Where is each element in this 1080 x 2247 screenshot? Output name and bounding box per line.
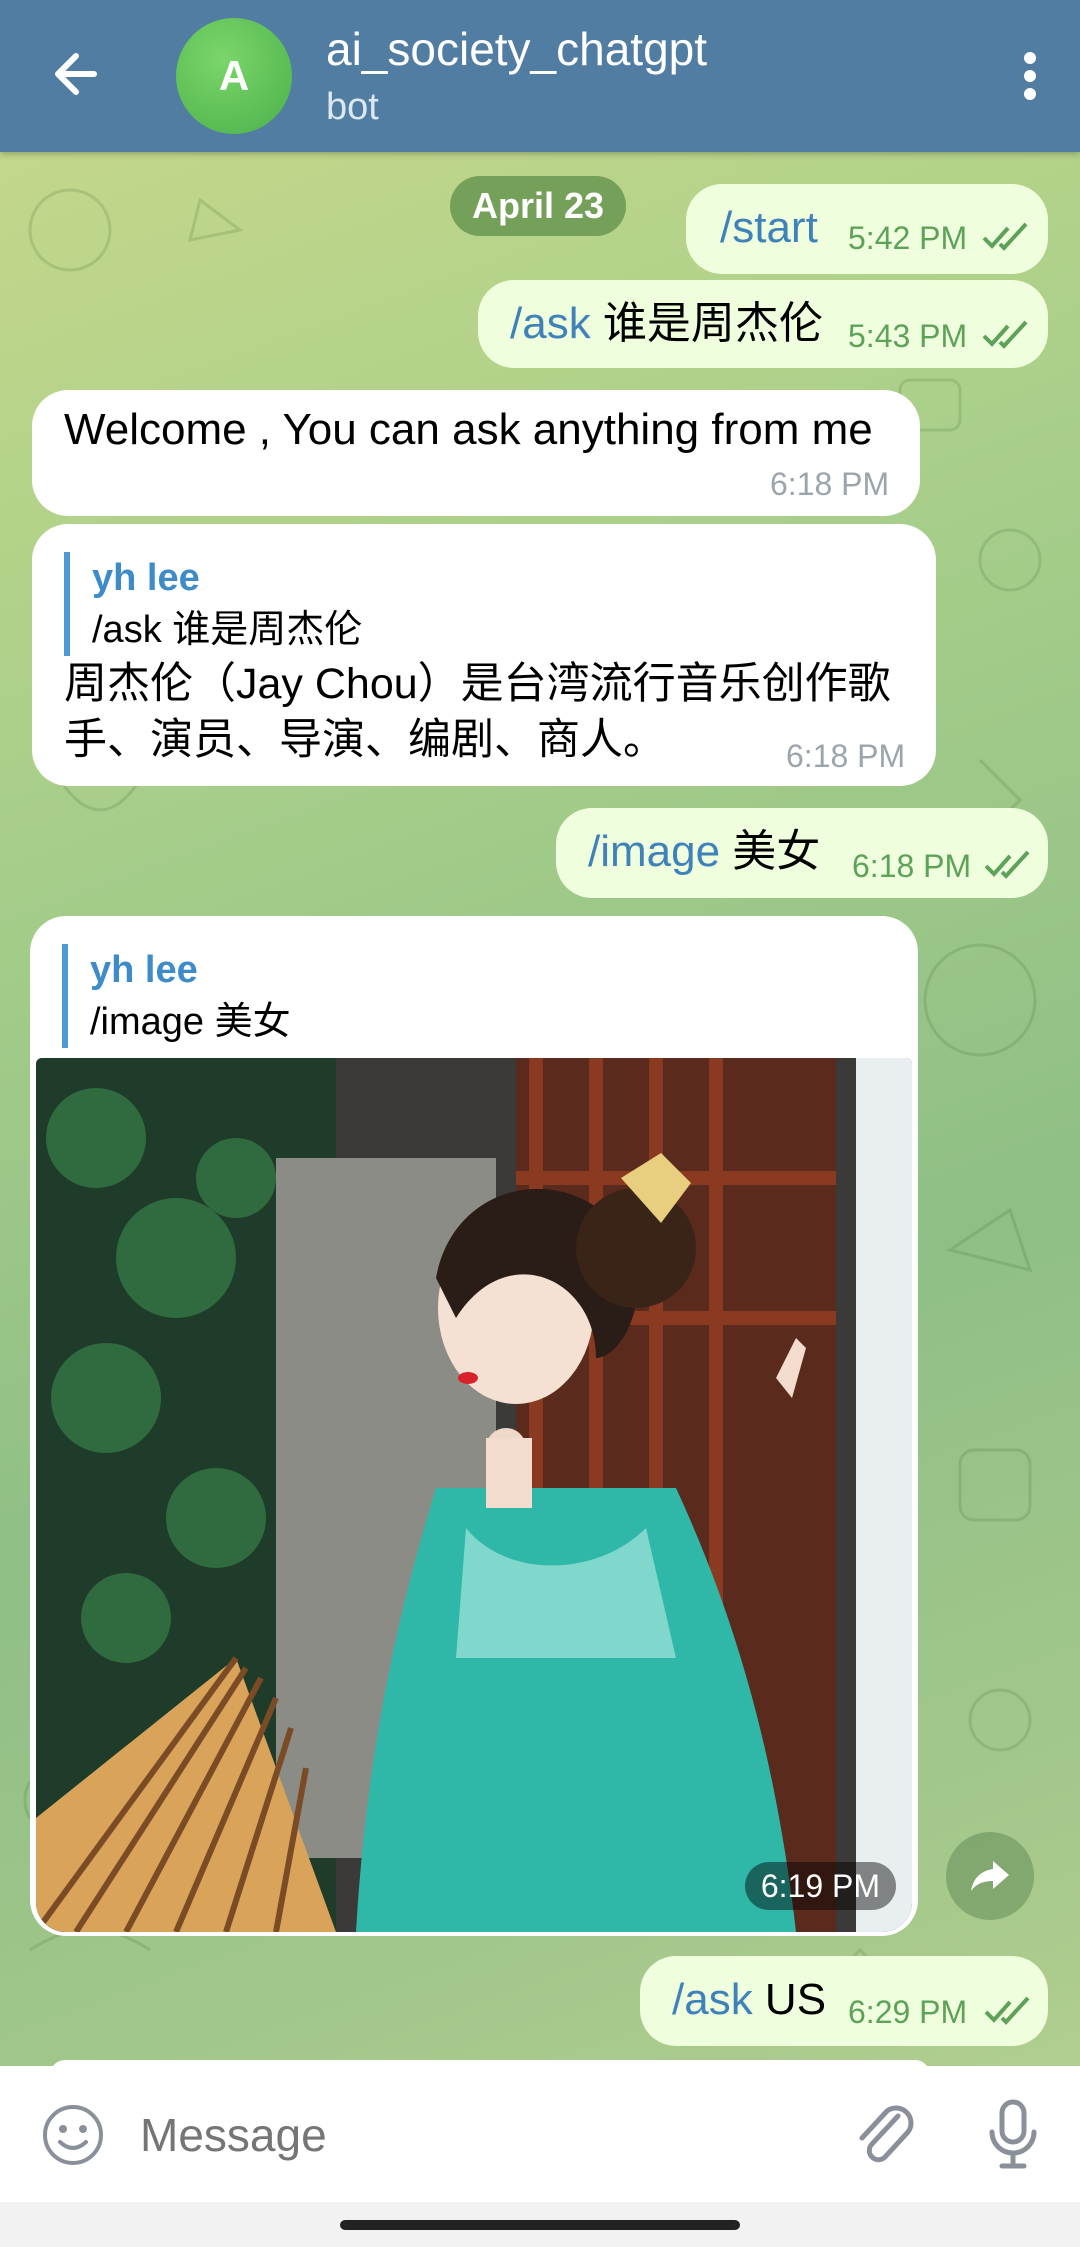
message-time: 5:42 PM [848,220,968,256]
message-time: 5:43 PM [848,318,968,354]
message-text: Welcome , You can ask anything from me [64,405,873,454]
outgoing-message[interactable]: /start 5:42 PM [686,184,1048,274]
message-input[interactable] [138,2098,782,2172]
message-text: /ask 谁是周杰伦 [510,299,823,348]
message-text: /image 美女 [588,827,821,876]
reply-text: /ask 谁是周杰伦 [92,609,363,651]
chat-header: A ai_society_chatgpt bot [0,0,1080,152]
microphone-icon[interactable] [980,2096,1046,2174]
message-time: 6:18 PM [770,466,890,502]
photo-time: 6:19 PM [744,1862,896,1910]
message-text-line: 手、演员、导演、编剧、商人。 [64,716,666,764]
paperclip-icon[interactable] [850,2098,920,2174]
photo-image [36,1058,912,1932]
message-time: 6:18 PM [786,738,906,774]
command-link[interactable]: /start [720,200,818,256]
share-icon [971,1861,1009,1891]
outgoing-message[interactable]: /ask 谁是周杰伦 5:43 PM [478,280,1048,368]
more-vert-icon[interactable] [1010,46,1050,106]
reply-sender: yh lee [92,557,200,599]
date-separator: April 23 [450,176,627,236]
command-link[interactable]: /ask [672,1975,753,2024]
home-indicator[interactable] [340,2220,740,2230]
command-link[interactable]: /image [588,827,720,876]
outgoing-message[interactable]: /image 美女 6:18 PM [556,808,1048,898]
reply-sender: yh lee [90,949,198,991]
bot-avatar[interactable]: A [176,18,292,134]
chat-subtitle: bot [326,86,379,128]
message-composer [0,2066,1080,2202]
incoming-message[interactable]: yh lee /ask 谁是周杰伦 周杰伦（Jay Chou）是台湾流行音乐创作… [32,524,936,786]
reply-text: /image 美女 [90,1001,291,1043]
photo-attachment[interactable]: 6:19 PM [36,1058,912,1932]
double-check-icon [984,850,1030,879]
message-time: 6:18 PM [852,848,972,884]
message-text-line: 周杰伦（Jay Chou）是台湾流行音乐创作歌 [64,660,891,708]
double-check-icon [984,1996,1030,2025]
emoji-icon[interactable] [40,2102,106,2168]
double-check-icon [982,222,1028,251]
share-button[interactable] [946,1832,1034,1920]
message-text: /ask US [672,1975,827,2024]
outgoing-message[interactable]: /ask US 6:29 PM [640,1956,1048,2046]
reply-quote[interactable]: yh lee /ask 谁是周杰伦 [64,552,362,656]
system-nav-bar [0,2202,1080,2247]
command-link[interactable]: /ask [510,299,591,348]
chat-title[interactable]: ai_society_chatgpt [326,22,707,76]
back-arrow-icon[interactable] [40,36,116,112]
reply-quote[interactable]: yh lee /image 美女 [62,944,291,1048]
incoming-message[interactable]: Welcome , You can ask anything from me 6… [32,390,920,516]
double-check-icon [982,320,1028,349]
message-time: 6:29 PM [848,1994,968,2030]
